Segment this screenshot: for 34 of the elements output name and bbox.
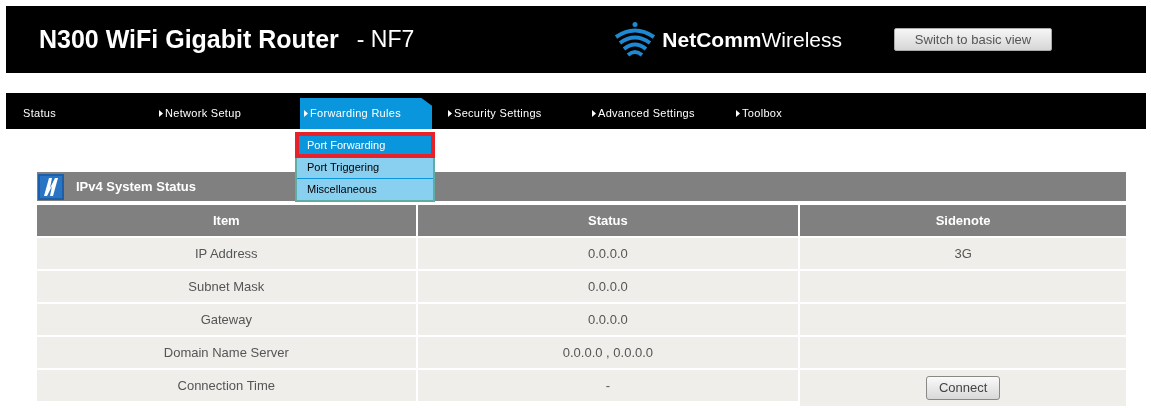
table-cell: 0.0.0.0 — [417, 304, 799, 335]
table-cell: Domain Name Server — [37, 337, 416, 368]
column-header: Status — [417, 205, 799, 236]
nav-tab[interactable]: Security Settings — [447, 98, 542, 129]
router-title: N300 WiFi Gigabit Router — [39, 23, 339, 55]
brand-name: NetCommWireless — [662, 26, 842, 53]
nav-tab[interactable]: Network Setup — [158, 98, 242, 129]
table-cell: Connection Time — [37, 370, 416, 401]
nav-tab[interactable]: Advanced Settings — [591, 98, 695, 129]
nav-tab[interactable]: Status — [22, 98, 56, 129]
connect-button[interactable]: Connect — [925, 376, 1001, 400]
table-cell: - — [417, 370, 799, 401]
column-header: Item — [37, 205, 416, 236]
panel-title: IPv4 System Status — [76, 177, 196, 196]
table-cell: Subnet Mask — [37, 271, 416, 302]
logo-icon — [38, 173, 64, 200]
wifi-logo-icon — [614, 21, 657, 58]
nav-tab[interactable]: Toolbox — [735, 98, 782, 129]
model-name: - NF7 — [356, 25, 415, 55]
switch-view-button[interactable]: Switch to basic view — [894, 28, 1052, 51]
table-cell: 0.0.0.0 — [417, 271, 799, 302]
triangle-icon — [304, 110, 308, 117]
triangle-icon — [159, 110, 163, 117]
table-cell: Gateway — [37, 304, 416, 335]
table-cell: 0.0.0.0 — [417, 238, 799, 269]
table-cell: IP Address — [37, 238, 416, 269]
table-cell: 0.0.0.0 , 0.0.0.0 — [417, 337, 799, 368]
table-cell-text: 3G — [954, 244, 972, 263]
triangle-icon — [736, 110, 740, 117]
triangle-icon — [592, 110, 596, 117]
dropdown-item[interactable]: Miscellaneous — [297, 178, 433, 200]
dropdown-item[interactable]: Port Triggering — [297, 156, 433, 178]
column-header: Sidenote — [800, 205, 1126, 236]
triangle-icon — [448, 110, 452, 117]
